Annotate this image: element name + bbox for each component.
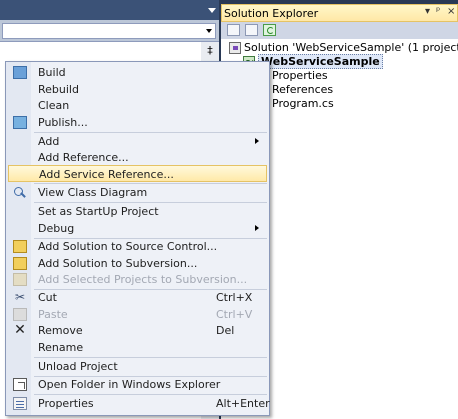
- tree-item-program-cs[interactable]: Program.cs: [272, 97, 334, 111]
- menu-item-label: Add Selected Projects to Subversion...: [38, 273, 248, 286]
- menu-item-set-startup[interactable]: Set as StartUp Project: [8, 203, 267, 220]
- menu-item-label: Add Solution to Subversion...: [38, 257, 198, 270]
- menu-item-add-to-source-control[interactable]: Add Solution to Source Control...: [8, 238, 267, 255]
- menu-item-add[interactable]: Add: [8, 133, 267, 150]
- close-icon[interactable]: ×: [447, 6, 455, 17]
- build-icon: [13, 66, 27, 79]
- paste-icon: [13, 308, 27, 321]
- menu-item-label: View Class Diagram: [38, 186, 148, 199]
- menu-item-label: Add Reference...: [38, 151, 129, 164]
- menu-item-shortcut: Alt+Enter: [216, 397, 270, 410]
- menu-item-cut[interactable]: ✂ Cut Ctrl+X: [8, 289, 267, 306]
- subversion-icon: [13, 257, 27, 270]
- menu-item-label: Cut: [38, 291, 57, 304]
- submenu-arrow-icon: [255, 225, 259, 231]
- menu-item-build[interactable]: Build: [8, 64, 267, 81]
- editor-tab-bar: [0, 0, 219, 20]
- menu-item-label: Build: [38, 66, 66, 79]
- menu-item-paste[interactable]: Paste Ctrl+V: [8, 306, 267, 323]
- menu-item-label: Add Service Reference...: [39, 168, 174, 181]
- menu-item-rename[interactable]: Rename: [8, 339, 267, 356]
- pin-icon[interactable]: ᵖ: [436, 6, 440, 17]
- menu-item-label: Debug: [38, 222, 75, 235]
- menu-item-label: Remove: [38, 324, 83, 337]
- menu-item-shortcut: Del: [216, 324, 235, 337]
- submenu-arrow-icon: [255, 138, 259, 144]
- menu-item-label: Unload Project: [38, 360, 118, 373]
- menu-item-publish[interactable]: Publish...: [8, 114, 267, 131]
- solution-icon: [229, 42, 241, 54]
- window-position-icon[interactable]: ▾: [425, 6, 430, 17]
- menu-item-add-service-reference[interactable]: Add Service Reference...: [8, 165, 267, 182]
- menu-item-unload-project[interactable]: Unload Project: [8, 358, 267, 375]
- editor-splitter-icon[interactable]: ‡: [203, 44, 217, 58]
- menu-item-view-class-diagram[interactable]: View Class Diagram: [8, 184, 267, 201]
- solution-explorer-titlebar: Solution Explorer ▾ ᵖ ×: [221, 4, 458, 22]
- type-member-combo[interactable]: [2, 23, 216, 39]
- menu-item-rebuild[interactable]: Rebuild: [8, 81, 267, 98]
- menu-item-shortcut: Ctrl+V: [216, 308, 253, 321]
- tree-item-references[interactable]: References: [272, 83, 333, 97]
- menu-item-debug[interactable]: Debug: [8, 220, 267, 237]
- solution-explorer-title: Solution Explorer: [224, 7, 319, 20]
- menu-item-label: Add Solution to Source Control...: [38, 240, 218, 253]
- tree-item-properties[interactable]: Properties: [272, 69, 328, 83]
- class-diagram-icon: [13, 186, 27, 199]
- refresh-icon[interactable]: [263, 24, 276, 36]
- menu-item-add-selected-to-subversion[interactable]: Add Selected Projects to Subversion...: [8, 271, 267, 288]
- properties-icon: [13, 397, 27, 410]
- menu-item-label: Clean: [38, 99, 70, 112]
- menu-item-add-reference[interactable]: Add Reference...: [8, 149, 267, 166]
- open-folder-icon: [13, 378, 27, 391]
- editor-navigation-bar: [0, 20, 219, 42]
- publish-icon: [13, 116, 27, 129]
- remove-icon: ✕: [14, 322, 26, 338]
- menu-item-label: Add: [38, 135, 60, 148]
- tree-item-label: Solution 'WebServiceSample' (1 project): [244, 41, 458, 54]
- subversion-icon: [13, 273, 27, 286]
- menu-item-label: Open Folder in Windows Explorer: [38, 378, 221, 391]
- tree-item-solution[interactable]: Solution 'WebServiceSample' (1 project): [229, 41, 458, 55]
- menu-item-clean[interactable]: Clean: [8, 97, 267, 114]
- source-control-icon: [13, 240, 27, 253]
- menu-item-shortcut: Ctrl+X: [216, 291, 253, 304]
- menu-item-label: Rename: [38, 341, 84, 354]
- tab-list-dropdown-icon[interactable]: [208, 8, 216, 13]
- menu-item-label: Properties: [38, 397, 94, 410]
- menu-item-remove[interactable]: ✕ Remove Del: [8, 322, 267, 339]
- menu-item-label: Set as StartUp Project: [38, 205, 159, 218]
- properties-toolbar-icon[interactable]: [245, 24, 258, 36]
- combo-chevron-down-icon[interactable]: [206, 29, 212, 33]
- solution-explorer-toolbar: [221, 22, 458, 39]
- cut-icon: ✂: [14, 290, 26, 304]
- tree-item-label: WebServiceSample: [258, 54, 383, 69]
- menu-item-label: Paste: [38, 308, 68, 321]
- menu-item-label: Publish...: [38, 116, 88, 129]
- menu-item-open-folder[interactable]: Open Folder in Windows Explorer: [8, 376, 267, 393]
- menu-item-label: Rebuild: [38, 83, 79, 96]
- menu-item-properties[interactable]: Properties Alt+Enter: [8, 395, 270, 412]
- project-context-menu: Build Rebuild Clean Publish... Add Add R…: [5, 61, 270, 416]
- show-all-files-icon[interactable]: [227, 24, 240, 36]
- menu-item-add-to-subversion[interactable]: Add Solution to Subversion...: [8, 255, 267, 272]
